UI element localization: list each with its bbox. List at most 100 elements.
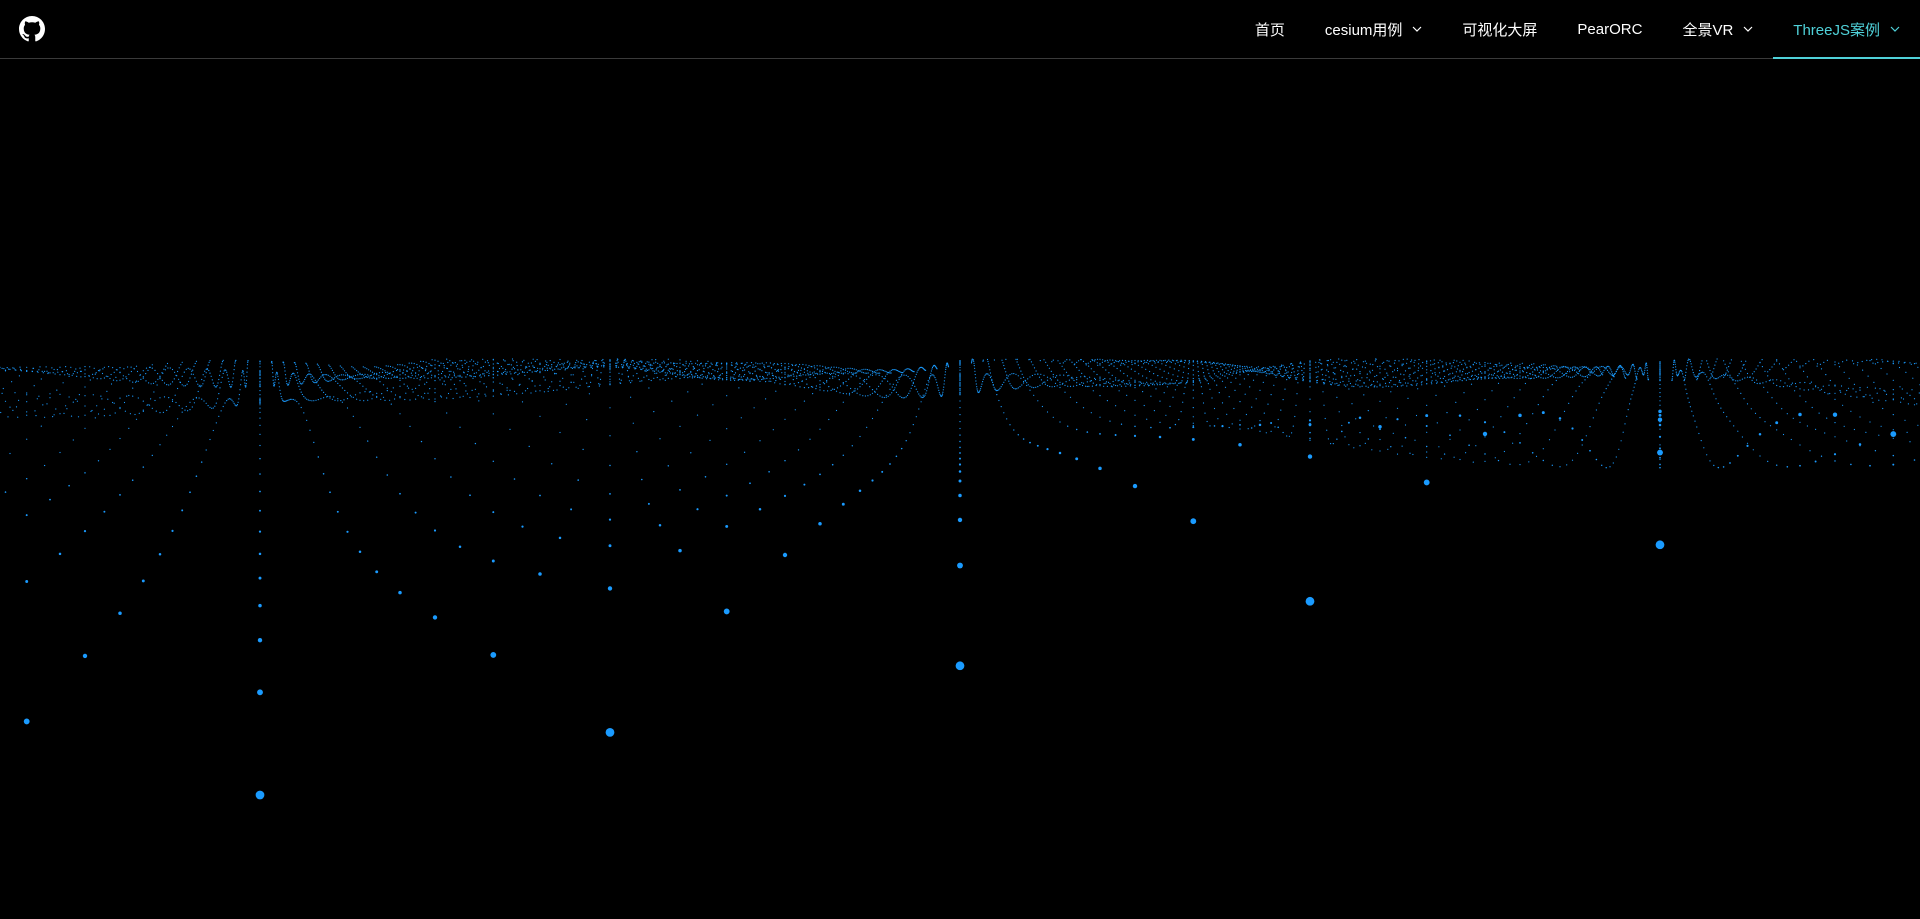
wave-particle [1462, 359, 1464, 361]
wave-particle [578, 367, 580, 369]
wave-particle [832, 388, 834, 390]
wave-particle [1867, 375, 1869, 377]
wave-particle [1759, 382, 1761, 384]
wave-particle [851, 445, 853, 447]
wave-particle [924, 394, 926, 396]
wave-particle [339, 365, 341, 367]
wave-particle [592, 363, 594, 365]
wave-particle [1134, 399, 1136, 401]
wave-particle [988, 366, 990, 368]
github-icon[interactable] [19, 16, 45, 42]
wave-particle [1283, 366, 1285, 368]
wave-particle [726, 366, 728, 368]
wave-particle [1592, 372, 1594, 374]
wave-particle [1181, 360, 1183, 362]
wave-particle [1303, 367, 1305, 369]
wave-particle [722, 379, 724, 381]
wave-particle [706, 375, 709, 377]
wave-particle [859, 386, 861, 388]
wave-particle [1094, 360, 1096, 362]
wave-particle [1509, 372, 1511, 374]
wave-particle [669, 372, 671, 374]
wave-particle [1219, 373, 1222, 375]
wave-particle [1353, 385, 1355, 388]
wave-particle [1882, 407, 1884, 410]
wave-particle [588, 361, 591, 363]
wave-particle [1330, 359, 1332, 361]
wave-particle [887, 380, 889, 382]
wave-particle [620, 379, 622, 381]
wave-particle [1573, 375, 1575, 377]
nav-item-panorama-vr[interactable]: 全景VR [1662, 0, 1773, 58]
wave-particle [1322, 391, 1324, 393]
nav-item-pearorc[interactable]: PearORC [1557, 0, 1662, 58]
wave-particle [1369, 372, 1371, 374]
wave-particle [959, 394, 961, 396]
wave-particle [1231, 423, 1233, 425]
wave-particle [1892, 379, 1894, 381]
wave-particle [1507, 376, 1509, 378]
nav-item-home[interactable]: 首页 [1235, 0, 1305, 58]
wave-particle [582, 363, 584, 365]
wave-particle [382, 396, 385, 398]
wave-particle [662, 378, 664, 380]
wave-particle [1684, 378, 1686, 381]
wave-particle [1574, 369, 1576, 372]
wave-particle [1909, 441, 1911, 443]
wave-particle [178, 378, 180, 380]
wave-particle [33, 385, 35, 387]
wave-particle [108, 366, 110, 368]
wave-particle [1573, 366, 1575, 368]
wave-particle [1698, 374, 1700, 376]
wave-particle [59, 366, 61, 368]
wave-particle [277, 378, 279, 380]
wave-particle [89, 366, 91, 368]
wave-particle [259, 444, 261, 447]
wave-particle [1595, 374, 1597, 376]
wave-particle [1266, 369, 1268, 371]
chevron-down-icon [1890, 26, 1900, 32]
wave-particle [764, 367, 766, 369]
wave-particle [971, 358, 973, 360]
wave-particle [140, 378, 142, 380]
wave-particle [896, 370, 899, 372]
wave-particle [516, 393, 518, 395]
wave-particle [1737, 430, 1739, 432]
wave-particle [341, 401, 343, 403]
wave-particle [434, 392, 436, 394]
wave-particle [1709, 383, 1711, 385]
wave-particle [203, 400, 205, 402]
wave-particle [297, 382, 299, 384]
wave-particle [1400, 373, 1402, 375]
nav-item-label: PearORC [1577, 20, 1643, 38]
wave-particle [1614, 373, 1616, 375]
wave-particle [1353, 447, 1355, 449]
wave-particle [1426, 372, 1428, 374]
wave-particle [236, 404, 238, 406]
wave-particle [1480, 376, 1482, 378]
wave-particle [895, 369, 898, 371]
wave-particle [1356, 368, 1358, 370]
wave-particle [749, 379, 751, 381]
wave-particle [1620, 440, 1622, 442]
wave-particle [778, 378, 781, 380]
wave-particle [842, 454, 845, 457]
wave-particle [1519, 389, 1521, 391]
wave-particle [340, 374, 342, 376]
wave-particle [1099, 358, 1101, 360]
threejs-scene[interactable] [0, 59, 1920, 919]
wave-particle [1097, 364, 1099, 366]
nav-item-threejs[interactable]: ThreeJS案例 [1773, 0, 1920, 59]
wave-particle [1706, 454, 1708, 456]
wave-particle [664, 374, 666, 376]
wave-particle [1869, 394, 1871, 396]
wave-particle [1037, 373, 1039, 375]
wave-particle [233, 373, 235, 375]
nav-item-cesium[interactable]: cesium用例 [1305, 0, 1443, 58]
wave-particle [154, 399, 156, 402]
wave-particle [479, 374, 481, 376]
wave-particle [388, 377, 390, 379]
wave-particle [1106, 400, 1108, 402]
nav-item-dashboard[interactable]: 可视化大屏 [1442, 0, 1557, 58]
wave-particle [1057, 360, 1059, 362]
